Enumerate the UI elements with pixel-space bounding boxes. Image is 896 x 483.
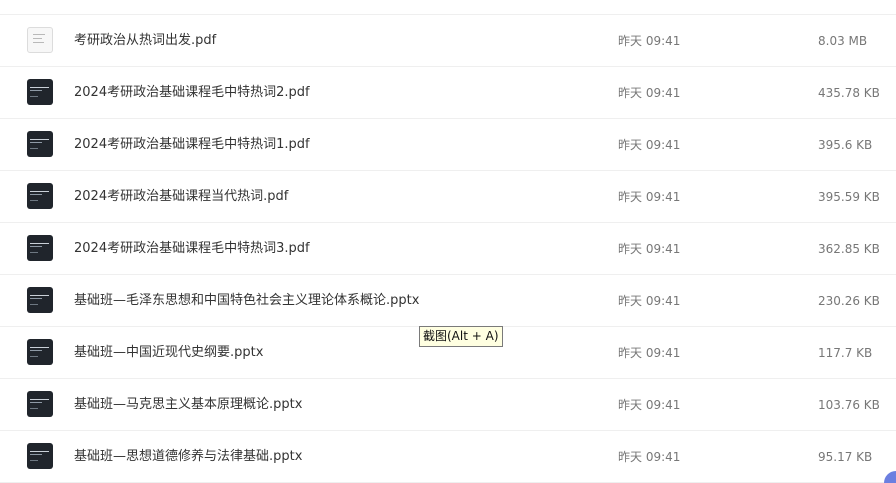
- pdf-thumbnail-icon: [27, 131, 53, 157]
- pptx-thumbnail-icon: [27, 391, 53, 417]
- file-size: 362.85 KB: [818, 242, 880, 256]
- pdf-thumbnail-icon: [27, 183, 53, 209]
- file-name[interactable]: 2024考研政治基础课程毛中特热词2.pdf: [74, 84, 310, 102]
- file-size: 95.17 KB: [818, 450, 873, 464]
- pptx-thumbnail-icon: [27, 443, 53, 469]
- file-name[interactable]: 2024考研政治基础课程毛中特热词1.pdf: [74, 136, 310, 154]
- pdf-thumbnail-icon: [27, 235, 53, 261]
- file-size: 230.26 KB: [818, 294, 880, 308]
- file-modified-time: 昨天 09:41: [618, 34, 681, 48]
- file-modified-time: 昨天 09:41: [618, 138, 681, 152]
- file-modified-time: 昨天 09:41: [618, 398, 681, 412]
- file-name[interactable]: 基础班—中国近现代史纲要.pptx: [74, 344, 263, 362]
- file-row[interactable]: 基础班—思想道德修养与法律基础.pptx 昨天 09:41 95.17 KB: [0, 431, 896, 483]
- file-modified-time: 昨天 09:41: [618, 450, 681, 464]
- file-row[interactable]: 2024考研政治基础课程毛中特热词3.pdf 昨天 09:41 362.85 K…: [0, 223, 896, 275]
- file-modified-time: 昨天 09:41: [618, 86, 681, 100]
- pptx-thumbnail-icon: [27, 339, 53, 365]
- file-name[interactable]: 考研政治从热词出发.pdf: [74, 32, 216, 50]
- file-name[interactable]: 基础班—思想道德修养与法律基础.pptx: [74, 448, 302, 466]
- file-name[interactable]: 基础班—毛泽东思想和中国特色社会主义理论体系概论.pptx: [74, 292, 419, 310]
- file-row[interactable]: 基础班—马克思主义基本原理概论.pptx 昨天 09:41 103.76 KB: [0, 379, 896, 431]
- file-size: 117.7 KB: [818, 346, 873, 360]
- file-name[interactable]: 基础班—马克思主义基本原理概论.pptx: [74, 396, 302, 414]
- file-modified-time: 昨天 09:41: [618, 242, 681, 256]
- pptx-thumbnail-icon: [27, 287, 53, 313]
- file-modified-time: 昨天 09:41: [618, 190, 681, 204]
- file-row[interactable]: 考研政治从热词出发.pdf 昨天 09:41 8.03 MB: [0, 15, 896, 67]
- file-size: 435.78 KB: [818, 86, 880, 100]
- file-list: 考研政治从热词出发.pdf 昨天 09:41 8.03 MB 2024考研政治基…: [0, 0, 896, 483]
- pdf-thumbnail-icon: [27, 27, 53, 53]
- file-row[interactable]: 2024考研政治基础课程毛中特热词2.pdf 昨天 09:41 435.78 K…: [0, 67, 896, 119]
- screenshot-shortcut-tooltip: 截图(Alt + A): [419, 326, 503, 347]
- file-row[interactable]: 基础班—毛泽东思想和中国特色社会主义理论体系概论.pptx 昨天 09:41 2…: [0, 275, 896, 327]
- file-name[interactable]: 2024考研政治基础课程当代热词.pdf: [74, 188, 288, 206]
- file-size: 103.76 KB: [818, 398, 880, 412]
- file-size: 395.59 KB: [818, 190, 880, 204]
- file-modified-time: 昨天 09:41: [618, 346, 681, 360]
- file-size: 8.03 MB: [818, 34, 868, 48]
- file-modified-time: 昨天 09:41: [618, 294, 681, 308]
- file-size: 395.6 KB: [818, 138, 873, 152]
- file-row[interactable]: 2024考研政治基础课程毛中特热词1.pdf 昨天 09:41 395.6 KB: [0, 119, 896, 171]
- pdf-thumbnail-icon: [27, 79, 53, 105]
- file-row[interactable]: 2024考研政治基础课程当代热词.pdf 昨天 09:41 395.59 KB: [0, 171, 896, 223]
- file-name[interactable]: 2024考研政治基础课程毛中特热词3.pdf: [74, 240, 310, 258]
